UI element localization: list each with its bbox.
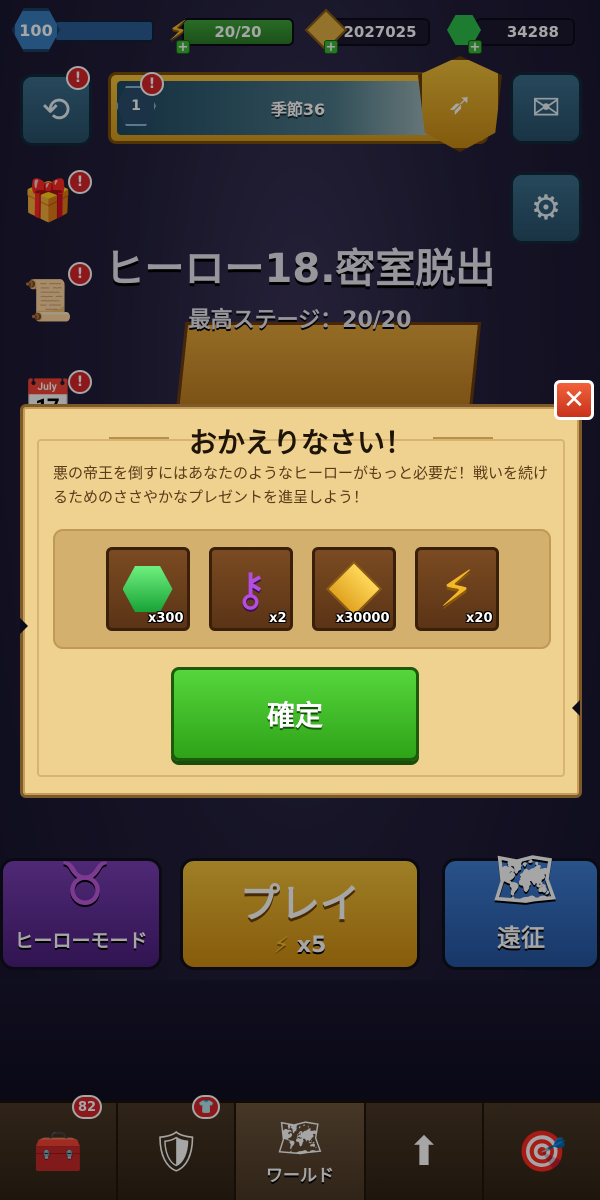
- reward-quantity: x2: [269, 611, 287, 626]
- gold-coin-icon: [325, 560, 382, 618]
- dialog-title: おかえりなさい！: [188, 426, 413, 459]
- dialog-message: 悪の帝王を倒すにはあなたのようなヒーローがもっと必要だ！戦いを続けるためのささや…: [53, 464, 549, 506]
- gem-icon: [122, 566, 173, 612]
- reward-item: ⚷ x2: [208, 547, 293, 631]
- energy-bolt-icon: ⚡: [438, 560, 475, 618]
- confirm-button[interactable]: 確定: [171, 667, 419, 761]
- reward-quantity: x20: [466, 611, 493, 626]
- right-edge-arrow-icon: [572, 700, 580, 716]
- close-button[interactable]: ✕: [554, 380, 594, 420]
- reward-quantity: x30000: [335, 611, 390, 626]
- reward-item: ⚡ x20: [414, 547, 499, 631]
- reward-panel: x300 ⚷ x2 x30000 ⚡ x20: [53, 529, 551, 649]
- reward-item: x30000: [311, 547, 396, 631]
- welcome-back-dialog: おかえりなさい！ 悪の帝王を倒すにはあなたのようなヒーローがもっと必要だ！戦いを…: [20, 404, 582, 798]
- reward-item: x300: [105, 547, 190, 631]
- left-edge-arrow-icon: [20, 618, 28, 634]
- purple-key-icon: ⚷: [233, 562, 268, 616]
- reward-quantity: x300: [147, 611, 184, 626]
